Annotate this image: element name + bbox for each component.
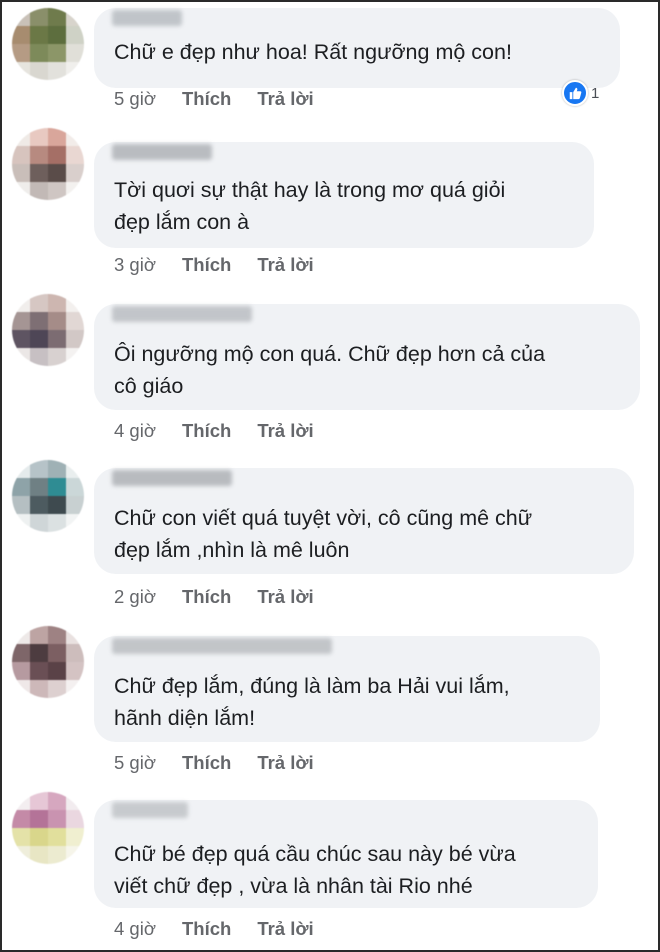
comment-timestamp[interactable]: 2 giờ [114,586,156,607]
commenter-name[interactable] [112,802,188,818]
like-button[interactable]: Thích [182,752,231,773]
comment-text: đẹp lắm con à [114,210,250,234]
comment-bubble: Chữ con viết quá tuyệt vời, cô cũng mê c… [94,468,634,574]
comment-text: cô giáo [114,374,184,398]
comment-actions: 4 giờ Thích Trả lời [114,918,314,940]
like-button[interactable]: Thích [182,88,231,109]
comment-bubble: Chữ đẹp lắm, đúng là làm ba Hải vui lắm,… [94,636,600,742]
comment-bubble: Tời quơi sự thật hay là trong mơ quá giỏ… [94,142,594,248]
like-button[interactable]: Thích [182,420,231,441]
reply-button[interactable]: Trả lời [257,918,313,939]
comment-text: Chữ đẹp lắm, đúng là làm ba Hải vui lắm, [114,674,510,698]
commenter-name[interactable] [112,10,182,26]
comment-text: Chữ bé đẹp quá cầu chúc sau này bé vừa [114,842,516,866]
commenter-name[interactable] [112,144,212,160]
avatar[interactable] [12,792,84,864]
comment-bubble: Chữ bé đẹp quá cầu chúc sau này bé vừa vi… [94,800,598,908]
comment-bubble: Chữ e đẹp như hoa! Rất ngưỡng mộ con! [94,8,620,88]
like-button[interactable]: Thích [182,586,231,607]
reaction-count: 1 [591,84,600,102]
avatar[interactable] [12,460,84,532]
reply-button[interactable]: Trả lời [257,254,313,275]
comments-panel: Chữ e đẹp như hoa! Rất ngưỡng mộ con! 5 g… [0,0,660,952]
comment-text: Ôi ngưỡng mộ con quá. Chữ đẹp hơn cả của [114,342,546,366]
reply-button[interactable]: Trả lời [257,88,313,109]
comment-actions: 2 giờ Thích Trả lời [114,586,314,608]
comment-timestamp[interactable]: 5 giờ [114,88,156,109]
comment-timestamp[interactable]: 5 giờ [114,752,156,773]
comment-text: Chữ e đẹp như hoa! Rất ngưỡng mộ con! [114,40,512,64]
comment-text: hãnh diện lắm! [114,706,256,730]
avatar[interactable] [12,626,84,698]
avatar[interactable] [12,294,84,366]
comment-actions: 3 giờ Thích Trả lời [114,254,314,276]
comment-text: Tời quơi sự thật hay là trong mơ quá giỏ… [114,178,506,202]
comment-text: Chữ con viết quá tuyệt vời, cô cũng mê c… [114,506,533,530]
comment-actions: 5 giờ Thích Trả lời [114,88,314,110]
reply-button[interactable]: Trả lời [257,752,313,773]
comment-timestamp[interactable]: 4 giờ [114,918,156,939]
comment-timestamp[interactable]: 3 giờ [114,254,156,275]
comment-bubble: Ôi ngưỡng mộ con quá. Chữ đẹp hơn cả của… [94,304,640,410]
commenter-name[interactable] [112,638,332,654]
reply-button[interactable]: Trả lời [257,420,313,441]
like-button[interactable]: Thích [182,918,231,939]
like-button[interactable]: Thích [182,254,231,275]
comment-text: viết chữ đẹp , vừa là nhân tài Rio nhé [114,874,473,898]
reply-button[interactable]: Trả lời [257,586,313,607]
commenter-name[interactable] [112,306,252,322]
avatar[interactable] [12,8,84,80]
comment-timestamp[interactable]: 4 giờ [114,420,156,441]
reaction-summary[interactable]: 1 [562,80,599,106]
avatar[interactable] [12,128,84,200]
comment-actions: 5 giờ Thích Trả lời [114,752,314,774]
like-icon [562,80,588,106]
commenter-name[interactable] [112,470,232,486]
comment-text: đẹp lắm ,nhìn là mê luôn [114,538,350,562]
comment-actions: 4 giờ Thích Trả lời [114,420,314,442]
